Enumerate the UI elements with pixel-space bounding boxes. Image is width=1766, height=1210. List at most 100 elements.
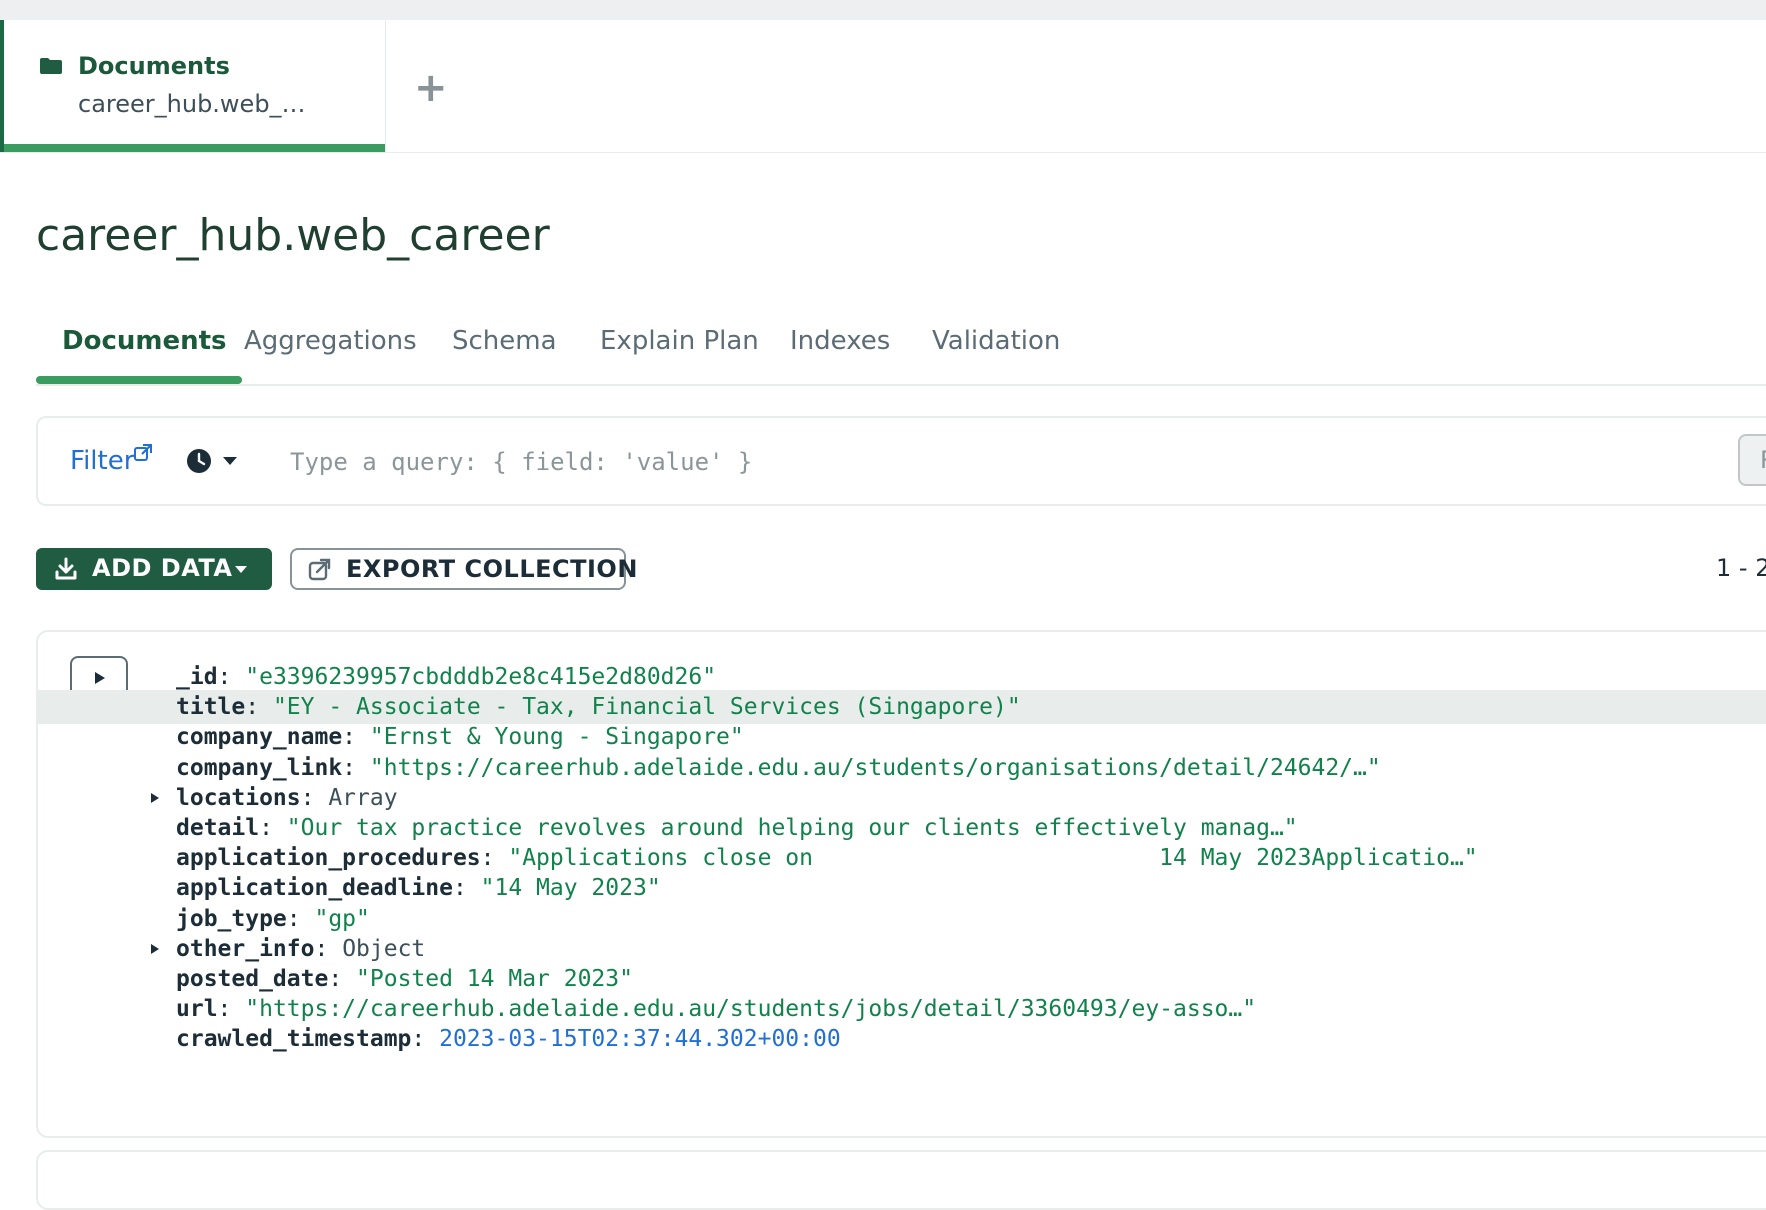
tab-strip: Documents career_hub.web_… + [0, 20, 1766, 153]
tab-schema[interactable]: Schema [452, 326, 557, 356]
field-value: "14 May 2023" [480, 875, 661, 902]
field-key: application_deadline [176, 875, 453, 902]
field-value: 2023-03-15T02:37:44.302+00:00 [439, 1026, 841, 1053]
field-value: "Applications close on 14 May 2023Applic… [508, 845, 1478, 872]
document-field-row[interactable]: company_link: "https://careerhub.adelaid… [38, 751, 1766, 785]
document-field-row[interactable]: other_info: Object [38, 932, 1766, 966]
active-tab-indicator [4, 144, 385, 152]
document-field-row[interactable]: posted_date: "Posted 14 Mar 2023" [38, 962, 1766, 996]
field-key: company_name [176, 724, 343, 751]
window-titlebar [0, 0, 1766, 21]
document-field-row[interactable]: company_name: "Ernst & Young - Singapore… [38, 720, 1766, 754]
field-value: "gp" [314, 905, 370, 932]
export-collection-button[interactable]: EXPORT COLLECTION [290, 548, 637, 590]
field-separator: : [342, 754, 370, 781]
field-value: Object [342, 935, 426, 962]
field-separator: : [259, 815, 287, 841]
field-key: posted_date [176, 966, 329, 992]
field-separator: : [328, 966, 357, 992]
chevron-down-icon [235, 566, 247, 573]
field-value: "Posted 14 Mar 2023" [356, 966, 633, 992]
field-key: detail [176, 815, 260, 841]
document-field-row[interactable]: application_procedures: "Applications cl… [38, 841, 1766, 875]
field-separator: : [286, 905, 315, 932]
field-key: other_info [176, 935, 315, 962]
document-field-row[interactable]: crawled_timestamp: 2023-03-15T02:37:44.3… [38, 1022, 1766, 1056]
chevron-down-icon[interactable] [222, 456, 238, 466]
field-key: title [176, 694, 246, 721]
field-key: _id [176, 664, 218, 690]
field-key: job_type [176, 905, 287, 932]
tab-explain-plan[interactable]: Explain Plan [600, 326, 759, 356]
collection-subtabs: Documents Aggregations Schema Explain Pl… [36, 320, 1766, 386]
expand-field-icon[interactable] [150, 792, 160, 804]
document-field-row[interactable]: title: "EY - Associate - Tax, Financial … [38, 690, 1766, 725]
field-separator: : [245, 694, 273, 721]
field-content: other_info: Object [176, 932, 425, 966]
field-content: locations: Array [176, 781, 398, 815]
field-separator: : [342, 724, 370, 751]
field-content: application_deadline: "14 May 2023" [176, 871, 661, 905]
field-separator: : [300, 784, 329, 811]
field-key: application_procedures [176, 845, 481, 872]
field-content: url: "https://careerhub.adelaide.edu.au/… [176, 992, 1256, 1026]
field-separator: : [411, 1026, 440, 1053]
document-field-row[interactable]: _id: "e3396239957cbdddb2e8c415e2d80d26" [38, 660, 1766, 694]
add-data-button[interactable]: ADD DATA [36, 548, 272, 590]
filter-link[interactable]: Filter [70, 446, 134, 476]
field-content: _id: "e3396239957cbdddb2e8c415e2d80d26" [176, 660, 716, 694]
document-field-row[interactable]: application_deadline: "14 May 2023" [38, 871, 1766, 905]
document-card: _id: "e3396239957cbdddb2e8c415e2d80d26" t… [36, 630, 1766, 1138]
field-key: crawled_timestamp [176, 1026, 412, 1053]
field-value: "https://careerhub.adelaide.edu.au/stude… [245, 996, 1257, 1023]
field-value: "EY - Associate - Tax, Financial Service… [272, 694, 1021, 721]
tab-documents[interactable]: Documents [62, 326, 227, 356]
tab-indexes[interactable]: Indexes [790, 326, 890, 356]
tab-title: Documents [78, 52, 230, 80]
document-field-row[interactable]: job_type: "gp" [38, 902, 1766, 936]
document-field-row[interactable]: url: "https://careerhub.adelaide.edu.au/… [38, 992, 1766, 1026]
field-key: company_link [176, 754, 343, 781]
external-link-icon[interactable] [134, 444, 152, 462]
history-icon[interactable] [186, 448, 212, 474]
tab-validation[interactable]: Validation [932, 326, 1060, 356]
download-icon [55, 557, 77, 580]
field-content: job_type: "gp" [176, 902, 370, 936]
field-key: locations [176, 784, 301, 811]
field-content: detail: "Our tax practice revolves aroun… [176, 811, 1298, 845]
workspace-tab-documents[interactable]: Documents career_hub.web_… [0, 20, 386, 152]
field-value: "Our tax practice revolves around helpin… [286, 815, 1298, 841]
document-card [36, 1150, 1766, 1210]
reset-button[interactable]: Re [1738, 434, 1766, 486]
field-value: "Ernst & Young - Singapore" [369, 724, 744, 751]
field-value: "e3396239957cbdddb2e8c415e2d80d26" [245, 664, 717, 690]
document-field-row[interactable]: locations: Array [38, 781, 1766, 815]
pagination-range: 1 - 2 [1716, 554, 1766, 582]
field-separator: : [452, 875, 481, 902]
export-collection-label: EXPORT COLLECTION [346, 555, 638, 583]
field-separator: : [314, 935, 343, 962]
add-data-label: ADD DATA [92, 554, 233, 582]
field-separator: : [217, 664, 246, 690]
active-subtab-indicator [36, 376, 242, 384]
query-input[interactable] [290, 440, 1590, 484]
field-value: "https://careerhub.adelaide.edu.au/stude… [369, 754, 1381, 781]
expand-field-icon[interactable] [150, 943, 160, 955]
field-key: url [176, 996, 218, 1023]
field-content: title: "EY - Associate - Tax, Financial … [176, 690, 1021, 724]
tab-aggregations[interactable]: Aggregations [244, 326, 417, 356]
document-field-row[interactable]: detail: "Our tax practice revolves aroun… [38, 811, 1766, 845]
field-content: application_procedures: "Applications cl… [176, 841, 1478, 875]
add-tab-button[interactable]: + [414, 68, 448, 108]
export-icon [308, 558, 331, 581]
field-content: crawled_timestamp: 2023-03-15T02:37:44.3… [176, 1022, 841, 1056]
collection-title: career_hub.web_career [36, 210, 550, 261]
filter-bar: Filter Re [36, 416, 1766, 506]
tab-subtitle: career_hub.web_… [78, 90, 306, 118]
field-content: company_name: "Ernst & Young - Singapore… [176, 720, 744, 754]
field-separator: : [480, 845, 509, 872]
folder-icon [40, 58, 62, 74]
field-separator: : [217, 996, 246, 1023]
field-value: Array [328, 784, 398, 811]
field-content: company_link: "https://careerhub.adelaid… [176, 751, 1381, 785]
